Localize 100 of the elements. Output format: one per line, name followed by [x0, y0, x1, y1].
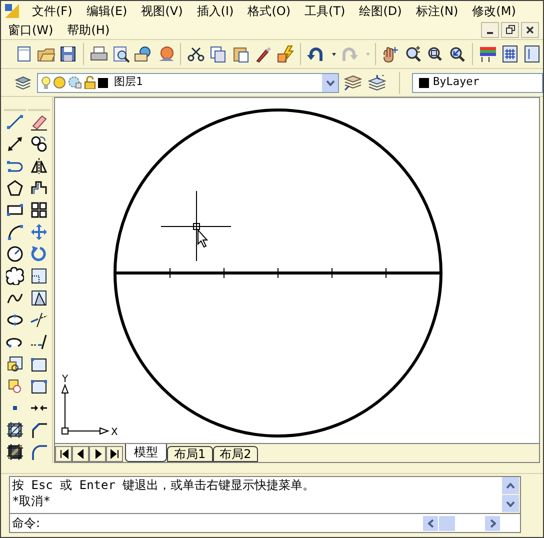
grid-panel-icon[interactable]	[501, 45, 520, 63]
restore-button[interactable]	[501, 22, 519, 38]
chamfer-icon[interactable]	[30, 421, 48, 439]
menu-item[interactable]: 标注(N)	[414, 2, 460, 20]
copy-icon[interactable]	[209, 45, 228, 63]
make-block-icon[interactable]	[6, 377, 24, 395]
menu-item[interactable]: 编辑(E)	[84, 2, 130, 20]
zoom-window-icon[interactable]	[426, 45, 444, 63]
scroll-left-button[interactable]	[423, 516, 438, 530]
menu-item[interactable]: 视图(V)	[139, 2, 185, 20]
command-history-line: 按 Esc 或 Enter 键退出，或单击右键显示快捷菜单。	[12, 477, 316, 493]
magnifier-page-icon[interactable]	[112, 45, 130, 63]
break-rectangle-icon[interactable]	[30, 355, 48, 373]
layers-icon	[15, 76, 31, 90]
eraser-icon[interactable]	[30, 113, 48, 131]
chevron-down-icon	[326, 80, 334, 86]
lightbulb-icon	[41, 76, 51, 90]
drawing-canvas[interactable]: Y X	[55, 98, 539, 443]
last-tab-button[interactable]	[106, 446, 123, 462]
arc-icon[interactable]	[6, 223, 24, 241]
x-axis-label: X	[111, 427, 118, 438]
array-grid-icon[interactable]	[30, 201, 48, 219]
scroll-up-button[interactable]	[502, 477, 519, 494]
minimize-icon	[487, 32, 493, 34]
extend-icon[interactable]	[30, 333, 48, 351]
panel-icon[interactable]	[523, 45, 542, 63]
scroll-right-button[interactable]	[485, 516, 500, 530]
chevron-down-icon	[506, 500, 515, 506]
arrow-line-icon[interactable]	[6, 135, 24, 153]
lightning-block-icon[interactable]	[276, 45, 294, 63]
sun-icon	[53, 76, 66, 89]
hand-icon[interactable]	[381, 45, 400, 63]
rectangle-icon[interactable]	[6, 201, 24, 219]
trim-icon[interactable]	[30, 311, 48, 329]
dropdown-button[interactable]	[322, 74, 338, 92]
triangle-left-icon	[76, 449, 86, 459]
ucs-icon	[61, 384, 110, 435]
y-axis-label: Y	[62, 374, 68, 385]
cloud-icon[interactable]	[6, 267, 24, 285]
chevron-right-icon	[490, 518, 496, 528]
layout-tab[interactable]: 模型	[125, 444, 167, 462]
layer-dropdown[interactable]: 图层1	[37, 72, 339, 92]
pointer-icon	[198, 228, 208, 248]
move-arrows-icon[interactable]	[30, 223, 48, 241]
circle-radius-icon[interactable]	[6, 245, 24, 263]
fillet-icon[interactable]	[30, 443, 48, 461]
layer-previous-button[interactable]	[367, 72, 387, 92]
command-prompt[interactable]: 命令:	[10, 514, 423, 532]
close-button[interactable]	[521, 22, 539, 38]
pentagon-icon[interactable]	[6, 179, 24, 197]
restore-icon	[506, 25, 514, 34]
gradient-icon[interactable]	[6, 443, 24, 461]
new-icon[interactable]	[14, 45, 33, 63]
hatch-icon[interactable]	[6, 421, 24, 439]
stretch-icon[interactable]	[30, 289, 48, 307]
triangle-right-icon	[92, 449, 102, 459]
menu-item[interactable]: 帮助(H)	[65, 20, 112, 38]
menu-item[interactable]: 文件(F)	[30, 2, 74, 20]
zoom-realtime-icon[interactable]	[404, 45, 422, 63]
paste-icon[interactable]	[232, 45, 250, 63]
color-value: ByLayer	[433, 74, 480, 90]
mirror-icon[interactable]	[30, 157, 48, 175]
app-logo-icon	[4, 2, 20, 18]
previous-tab-button[interactable]	[72, 446, 89, 462]
color-dropdown[interactable]: ByLayer	[412, 72, 543, 92]
offset-icon[interactable]	[30, 179, 48, 197]
skip-forward-icon	[110, 449, 120, 459]
next-tab-button[interactable]	[89, 446, 106, 462]
menu-item[interactable]: 绘图(D)	[357, 2, 404, 20]
copy-circles-icon[interactable]	[30, 135, 48, 153]
menu-item[interactable]: 格式(O)	[246, 2, 293, 20]
undo-arrow-icon[interactable]	[306, 45, 325, 63]
skip-back-icon	[58, 449, 68, 459]
insert-block-icon[interactable]	[6, 355, 24, 373]
close-icon	[526, 26, 534, 34]
command-history-line: *取消*	[12, 493, 52, 509]
paintbrush-icon[interactable]	[254, 45, 272, 63]
minimize-button[interactable]	[481, 22, 499, 38]
scroll-down-button[interactable]	[502, 495, 519, 512]
menu-item[interactable]: 修改(M)	[470, 2, 518, 20]
break-gap-icon[interactable]	[30, 377, 48, 395]
make-layer-current-button[interactable]	[343, 72, 363, 92]
rotate-icon[interactable]	[30, 245, 48, 263]
menu-item[interactable]: 窗口(W)	[6, 20, 56, 38]
chevron-left-icon	[428, 518, 434, 528]
menu-item[interactable]: 插入(I)	[194, 2, 236, 20]
layer-name: 图层1	[114, 74, 144, 90]
scissors-icon[interactable]	[187, 45, 206, 63]
menu-item[interactable]: 工具(T)	[302, 2, 348, 20]
scroll-thumb[interactable]	[439, 516, 455, 530]
first-tab-button[interactable]	[55, 446, 72, 462]
save-icon[interactable]	[59, 45, 78, 63]
layers-arrow-icon	[344, 74, 362, 90]
line-icon[interactable]	[6, 113, 24, 131]
printer-icon[interactable]	[90, 45, 108, 63]
scale-icon[interactable]	[30, 267, 48, 285]
layout-tab[interactable]: 布局2	[212, 446, 258, 462]
chevron-up-icon	[506, 482, 515, 488]
zoom-previous-icon[interactable]	[448, 45, 466, 63]
layout-tab[interactable]: 布局1	[167, 446, 213, 462]
